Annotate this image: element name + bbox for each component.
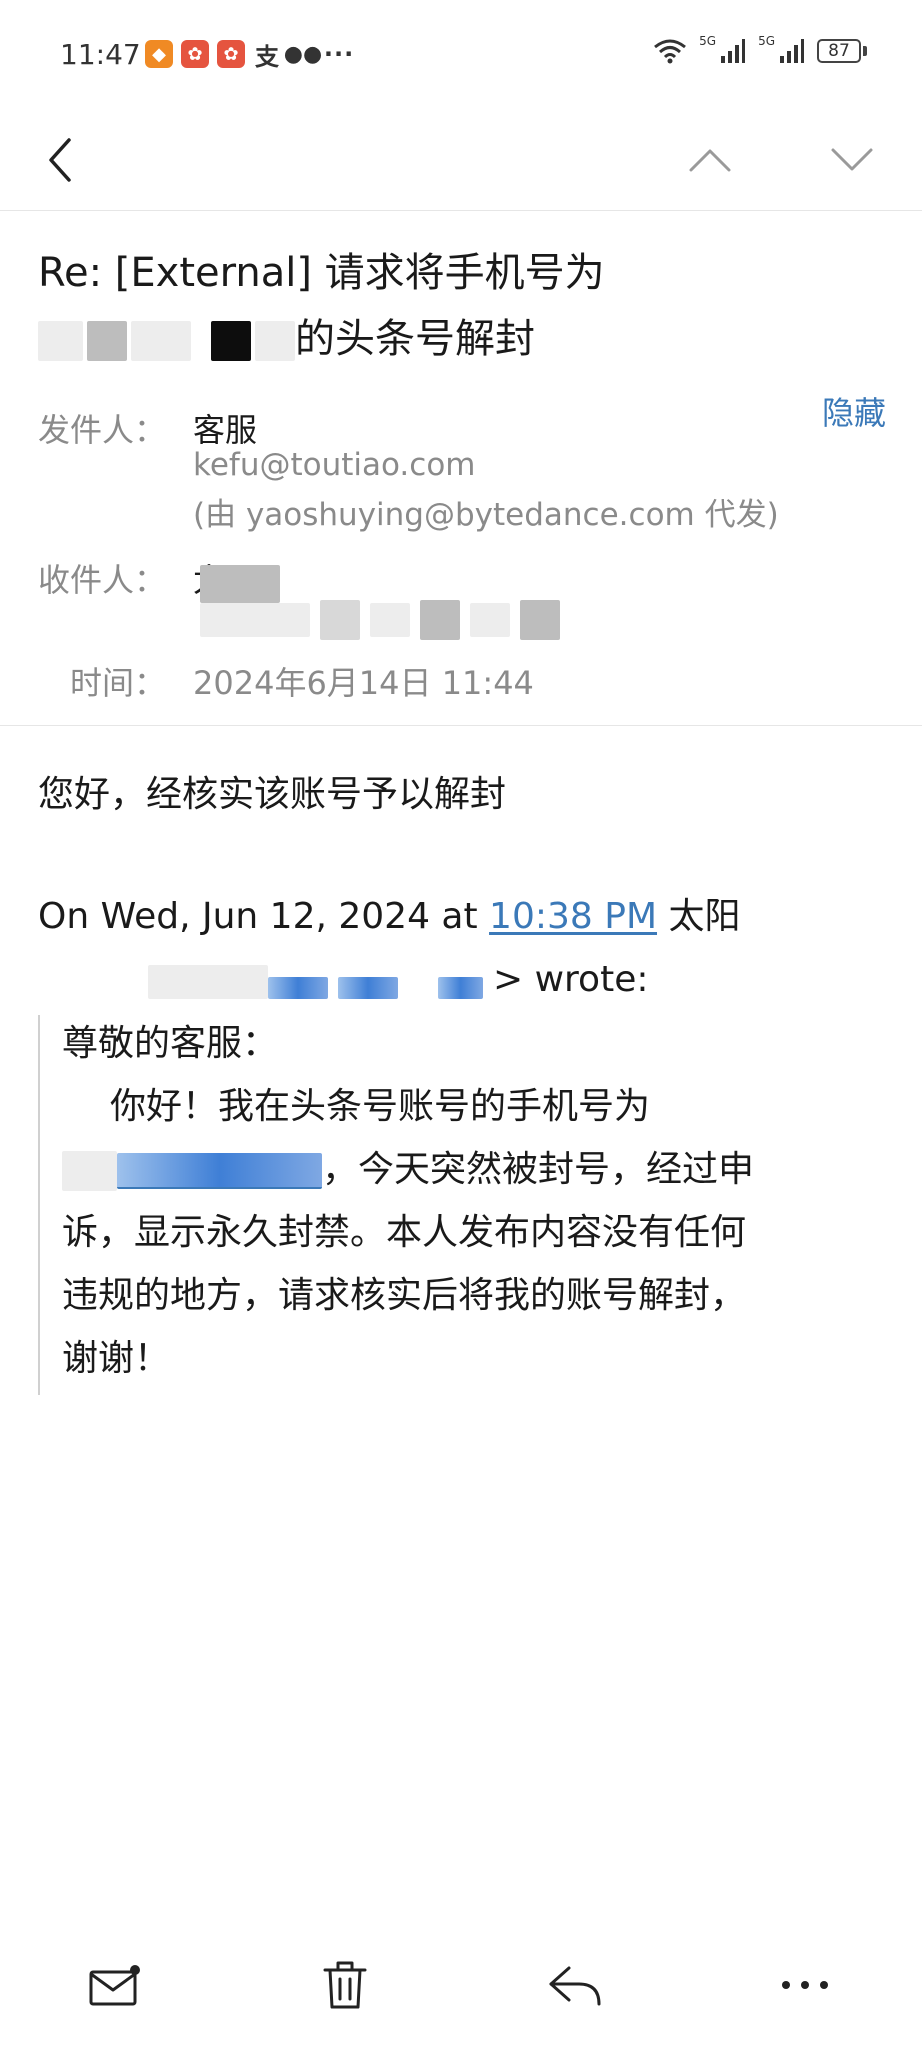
chevron-up-icon: [689, 149, 731, 172]
time-value: 2024年6月14日 11:44: [193, 664, 534, 702]
quote-bar: [38, 1015, 40, 1395]
battery-icon: 87: [817, 39, 867, 63]
delete-button[interactable]: [310, 1950, 380, 2020]
quote-intro-prefix: On Wed, Jun 12, 2024 at: [38, 896, 490, 937]
app-notification-icon: ✿: [217, 40, 245, 68]
reply-button[interactable]: [540, 1950, 610, 2020]
sender-email[interactable]: kefu@toutiao.com: [193, 447, 476, 483]
quote-line: 违规的地方，请求核实后将我的账号解封，: [62, 1275, 747, 1316]
redaction: [62, 1151, 117, 1191]
email-subject: Re: [External] 请求将手机号为 的头条号解封: [38, 240, 878, 372]
subject-line: 的头条号解封: [38, 306, 878, 372]
time-label: 时间：: [69, 664, 166, 702]
redaction: [268, 977, 328, 999]
redaction: [338, 977, 398, 999]
taobao-icon: ◆: [145, 40, 173, 68]
recipient-label: 收件人：: [37, 561, 166, 599]
mail-icon: [89, 1965, 140, 2006]
more-notifications-icon: ···: [323, 40, 355, 68]
status-time: 11:47: [60, 38, 141, 71]
redaction: [87, 321, 127, 361]
redaction: [200, 603, 310, 637]
nav-bar: [0, 110, 922, 210]
redaction: [520, 600, 560, 640]
quote-time-link[interactable]: 10:38 PM: [489, 896, 657, 937]
quote-intro: On Wed, Jun 12, 2024 at 10:38 PM 太阳: [38, 885, 740, 949]
quote-line: 诉，显示永久封禁。本人发布内容没有任何: [62, 1212, 747, 1253]
more-button[interactable]: [770, 1950, 840, 2020]
redaction: [211, 321, 251, 361]
app-notification-icon: ✿: [181, 40, 209, 68]
redaction: [370, 603, 410, 637]
quote-line: ，今天突然被封号，经过申: [62, 1138, 754, 1202]
sender-name[interactable]: 客服: [193, 405, 257, 451]
redaction: [200, 565, 280, 603]
subject-suffix: 的头条号解封: [295, 316, 535, 362]
alipay-icon: 支: [255, 42, 279, 71]
chevron-down-icon: [831, 148, 873, 171]
reply-icon: [549, 1966, 601, 2006]
redaction: [420, 600, 460, 640]
next-email-button[interactable]: [827, 130, 877, 190]
network-type-label: 5G: [758, 34, 775, 48]
redaction: [320, 600, 360, 640]
reply-text: 您好，经核实该账号予以解封: [38, 774, 507, 815]
redaction: [38, 321, 83, 361]
system-status: 5G 5G 87: [653, 34, 867, 64]
redaction: [438, 977, 483, 999]
quote-greeting: 尊敬的客服：: [62, 1023, 279, 1064]
phone-number-redacted[interactable]: [117, 1153, 322, 1189]
wechat-icon: ●●: [283, 41, 323, 67]
wifi-icon: [653, 38, 687, 64]
trash-icon: [323, 1961, 367, 2009]
battery-level: 87: [817, 39, 861, 63]
quote-intro-name: 太阳: [657, 896, 741, 937]
redaction: [131, 321, 191, 361]
back-button[interactable]: [38, 130, 82, 190]
quote-intro-email: > wrote:: [38, 948, 648, 1012]
quote-line: 谢谢！: [62, 1338, 171, 1379]
subject-line: Re: [External] 请求将手机号为: [38, 250, 605, 296]
signal-icon: [720, 38, 746, 64]
redaction: [255, 321, 295, 361]
quote-line-suffix: ，今天突然被封号，经过申: [322, 1149, 755, 1190]
sender-email-redacted: [38, 961, 493, 1001]
bottom-toolbar: [0, 1930, 922, 2048]
notification-icons: ◆ ✿ ✿ 支 ●● ···: [145, 40, 355, 71]
chevron-left-icon: [49, 138, 71, 182]
redaction: [148, 965, 268, 999]
compose-button[interactable]: [80, 1950, 150, 2020]
sender-label: 发件人：: [37, 411, 166, 449]
sender-via: (由 yaoshuying@bytedance.com 代发): [193, 497, 779, 533]
more-icon: [782, 1981, 828, 1989]
recipient-email-redacted: [200, 600, 560, 640]
hide-details-link[interactable]: 隐藏: [822, 388, 886, 434]
redaction: [470, 603, 510, 637]
previous-email-button[interactable]: [685, 130, 735, 190]
quote-line: 你好！我在头条号账号的手机号为: [110, 1086, 651, 1127]
divider: [0, 725, 922, 726]
network-type-label: 5G: [699, 34, 717, 48]
divider: [0, 210, 922, 211]
status-bar: 11:47 ◆ ✿ ✿ 支 ●● ··· 5G 5G 87: [0, 0, 922, 110]
signal-icon: [779, 38, 805, 64]
quote-intro-wrote: > wrote:: [493, 959, 649, 1000]
